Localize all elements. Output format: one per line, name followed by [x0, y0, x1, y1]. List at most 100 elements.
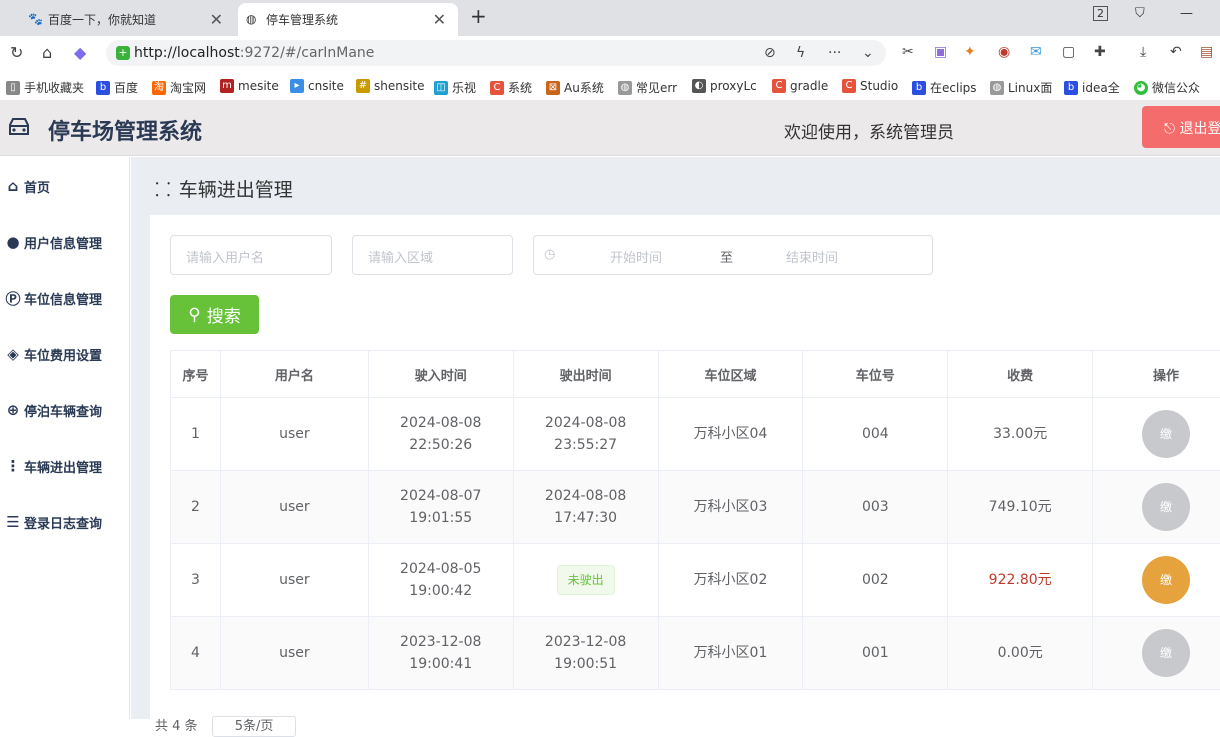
c-icon: C [842, 79, 856, 93]
start-time-input[interactable]: 开始时间 [610, 247, 662, 266]
sidebar-item-fees[interactable]: ◈车位费用设置 [0, 339, 130, 369]
bookmark-item[interactable]: 淘淘宝网 [152, 79, 206, 96]
bookmark-item[interactable]: #shensite [356, 79, 425, 93]
bookmark-item[interactable]: ◐proxyLc [692, 79, 757, 93]
reload-icon[interactable]: ↻ [10, 43, 23, 62]
pay-button-disabled[interactable]: 缴 [1142, 629, 1190, 677]
bookmark-item[interactable]: ⊠Au系统 [546, 79, 604, 96]
bookmark-item[interactable]: mmesite [220, 79, 279, 93]
shield-icon: + [116, 46, 130, 60]
translate-icon[interactable]: ▣ [934, 44, 947, 60]
date-range-picker[interactable]: ◷ 开始时间 至 结束时间 [533, 235, 933, 275]
mail-icon[interactable]: ✉ [1030, 44, 1042, 60]
table-header-row: 序号 用户名 驶入时间 驶出时间 车位区域 车位号 收费 操作 [171, 351, 1220, 398]
cell-no: 2 [171, 471, 221, 544]
range-separator: 至 [720, 247, 733, 266]
username-input[interactable]: 请输入用户名 [170, 235, 332, 275]
table-row: 2 user 2024-08-07 19:01:55 2024-08-08 17… [171, 471, 1220, 544]
briefcase-icon[interactable]: ▤ [1200, 44, 1213, 60]
minimize-icon[interactable]: — [1180, 6, 1193, 21]
undo-icon[interactable]: ↶ [1170, 44, 1182, 60]
compass-icon[interactable]: ⊘ [764, 45, 776, 61]
page-size-select[interactable]: 5条/页 [212, 716, 297, 737]
bookmark-item[interactable]: C系统 [490, 79, 532, 96]
pay-button[interactable]: 缴 [1142, 556, 1190, 604]
cell-fee: 0.00元 [948, 617, 1093, 690]
bookmark-item[interactable]: ◍Linux面 [990, 79, 1052, 96]
phone-icon: ▯ [6, 81, 20, 95]
column-header: 收费 [948, 351, 1093, 398]
end-time-input[interactable]: 结束时间 [786, 247, 838, 266]
cell-user: user [220, 398, 368, 471]
address-bar[interactable]: + http://localhost:9272/#/carInMane ⊘ ϟ … [106, 40, 886, 66]
app-header: 停车场管理系统 欢迎使用，系统管理员 ⎋ 退出登 [0, 100, 1220, 156]
sidebar-icon[interactable]: ▢ [1062, 44, 1075, 60]
sidebar-item-inout[interactable]: ⋮车辆进出管理 [0, 451, 130, 481]
c-icon: C [490, 81, 504, 95]
bookmark-item[interactable]: b在eclips [912, 79, 977, 96]
bookmark-item[interactable]: ▸cnsite [290, 79, 344, 93]
extensions-icon[interactable]: ✚ [1094, 44, 1106, 60]
column-header: 操作 [1093, 351, 1220, 398]
globe-icon: ◍ [246, 12, 260, 26]
cell-user: user [220, 617, 368, 690]
car-search-icon: ⊕ [0, 401, 24, 419]
cell-op: 缴 [1093, 471, 1220, 544]
bookmark-item[interactable]: ◫乐视 [434, 79, 476, 96]
parking-pin-icon: Ⓟ [0, 288, 24, 309]
tab-count-badge[interactable]: 2 [1093, 6, 1108, 21]
column-header: 车位号 [803, 351, 948, 398]
pagination: 共 4 条 5条/页 [155, 715, 296, 734]
bookmark-item[interactable]: ◕微信公众 [1134, 79, 1200, 96]
cell-no: 4 [171, 617, 221, 690]
bookmark-item[interactable]: bidea全 [1064, 79, 1120, 96]
records-table: 序号 用户名 驶入时间 驶出时间 车位区域 车位号 收费 操作 1 user 2… [170, 350, 1220, 690]
tab-title: 停车管理系统 [266, 11, 338, 28]
download-icon[interactable]: ⤓ [1140, 44, 1146, 60]
baidu-icon: b [1064, 81, 1078, 95]
sidebar-item-users[interactable]: ●用户信息管理 [0, 227, 130, 257]
search-button[interactable]: ⚲ 搜索 [170, 295, 259, 334]
sidebar-item-logs[interactable]: ☰登录日志查询 [0, 507, 130, 537]
close-icon[interactable]: ✕ [210, 10, 223, 29]
table-row: 4 user 2023-12-08 19:00:41 2023-12-08 19… [171, 617, 1220, 690]
pay-button-disabled[interactable]: 缴 [1142, 410, 1190, 458]
cell-space: 002 [803, 544, 948, 617]
tv-icon: ◫ [434, 81, 448, 95]
bookmark-item[interactable]: ▯手机收藏夹 [6, 79, 84, 96]
new-tab-button[interactable]: + [470, 4, 487, 28]
browser-tab-baidu[interactable]: 🐾 百度一下，你就知道 ✕ [20, 3, 235, 36]
game-icon[interactable]: ✦ [964, 44, 976, 60]
sidebar-item-spaces[interactable]: Ⓟ车位信息管理 [0, 283, 130, 313]
cell-in-time: 2023-12-08 19:00:41 [368, 617, 513, 690]
pay-button-disabled[interactable]: 缴 [1142, 483, 1190, 531]
more-icon[interactable]: ··· [828, 45, 841, 61]
home-icon[interactable]: ⌂ [42, 43, 52, 62]
page-title: ⸬ 车辆进出管理 [155, 175, 293, 202]
eye-icon[interactable]: ◉ [998, 44, 1010, 60]
status-badge: 未驶出 [557, 565, 615, 595]
area-input[interactable]: 请输入区域 [352, 235, 513, 275]
sidebar-item-parked[interactable]: ⊕停泊车辆查询 [0, 395, 130, 425]
bookmark-item[interactable]: ◍常见err [618, 79, 677, 96]
clock-icon: ◷ [544, 247, 555, 262]
tag-icon: ◈ [0, 345, 24, 363]
chevron-down-icon[interactable]: ⌄ [862, 45, 874, 61]
bookmark-item[interactable]: CStudio [842, 79, 898, 93]
ai-icon[interactable]: ◆ [74, 43, 86, 62]
cell-area: 万科小区01 [658, 617, 803, 690]
close-icon[interactable]: ✕ [433, 10, 446, 29]
url-text: http://localhost:9272/#/carInMane [134, 45, 374, 61]
lightning-icon[interactable]: ϟ [796, 45, 805, 61]
shirt-icon[interactable]: ⛉ [1135, 6, 1145, 21]
cell-op: 缴 [1093, 617, 1220, 690]
log-list-icon: ☰ [0, 513, 24, 531]
bookmark-item[interactable]: b百度 [96, 79, 138, 96]
bookmark-item[interactable]: Cgradle [772, 79, 828, 93]
scissors-icon[interactable]: ✂ [902, 44, 914, 60]
logout-button[interactable]: ⎋ 退出登 [1142, 106, 1220, 148]
sidebar-item-home[interactable]: ⌂首页 [0, 171, 130, 201]
browser-tab-parking[interactable]: ◍ 停车管理系统 ✕ [238, 3, 458, 36]
scan-icon: ⋮ [0, 457, 24, 475]
welcome-text: 欢迎使用，系统管理员 [784, 118, 954, 143]
